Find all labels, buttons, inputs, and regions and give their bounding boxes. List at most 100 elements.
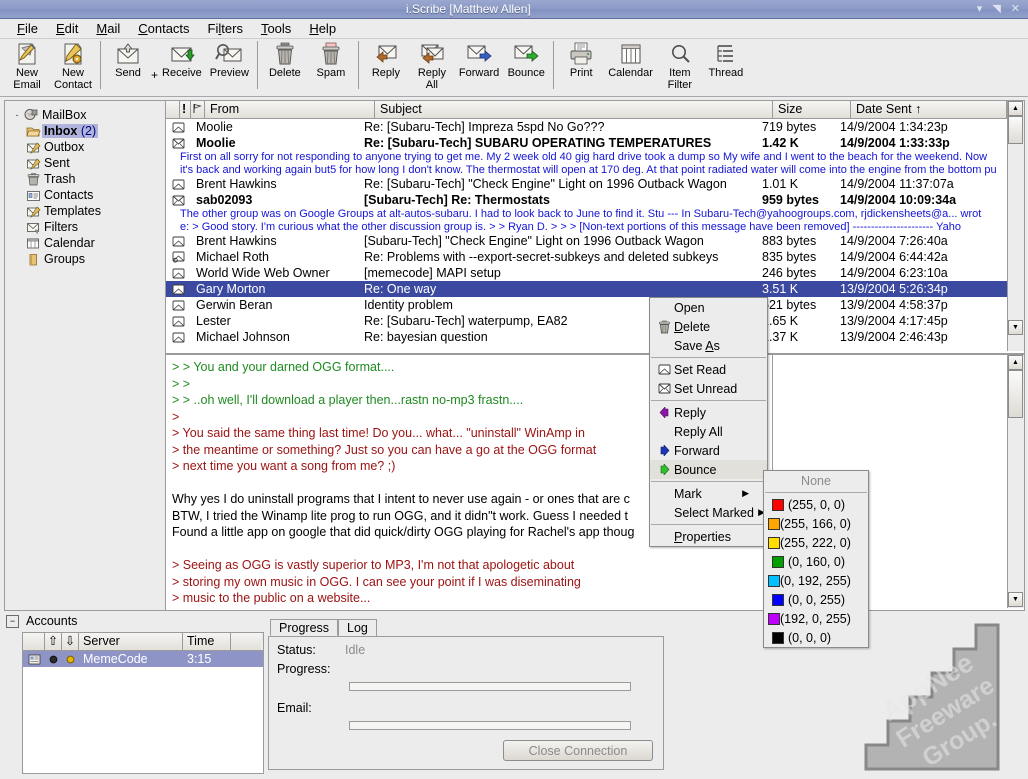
context-menu-item-set-read[interactable]: Set Read xyxy=(650,360,767,379)
table-row[interactable]: Michael Roth Re: Problems with --export-… xyxy=(166,249,1024,265)
menu-help[interactable]: Help xyxy=(300,20,345,37)
context-menu-item-set-unread[interactable]: Set Unread xyxy=(650,379,767,398)
context-menu-item-properties[interactable]: Properties xyxy=(650,527,767,546)
color-submenu-item[interactable]: (192, 0, 255) xyxy=(764,609,868,628)
column-header-blank[interactable] xyxy=(166,101,180,118)
toolbar-delete[interactable]: Delete xyxy=(262,39,308,95)
color-submenu-item[interactable]: (0, 160, 0) xyxy=(764,552,868,571)
expander-icon[interactable]: - xyxy=(11,110,23,120)
close-connection-button[interactable]: Close Connection xyxy=(503,740,653,761)
minimize-icon[interactable]: ▾ xyxy=(977,3,983,15)
scroll-up-arrow-icon[interactable]: ▲ xyxy=(1008,355,1023,370)
context-menu-item-reply-all[interactable]: Reply All xyxy=(650,422,767,441)
message-list-scrollbar[interactable]: ▲ ▼ xyxy=(1007,101,1024,351)
table-row[interactable]: Moolie Re: [Subaru-Tech] Impreza 5spd No… xyxy=(166,119,1024,135)
color-swatch-black-icon xyxy=(768,631,788,644)
sidebar-item-filters[interactable]: Filters xyxy=(9,219,165,235)
sidebar-item-inbox[interactable]: Inbox (2) xyxy=(9,123,165,139)
table-row[interactable]: Gerwin Beran Identity problem 521 bytes … xyxy=(166,297,1024,313)
attachment-pane-scrollbar[interactable]: ▲ ▼ xyxy=(1007,355,1024,608)
column-header-size[interactable]: Size xyxy=(773,101,851,118)
toolbar-thread[interactable]: Thread xyxy=(703,39,749,95)
toolbar-calendar[interactable]: Calendar xyxy=(604,39,657,95)
table-row[interactable]: sab02093 [Subaru-Tech] Re: Thermostats 9… xyxy=(166,192,1024,208)
menu-edit[interactable]: Edit xyxy=(47,20,87,37)
table-row[interactable]: Moolie Re: [Subaru-Tech] SUBARU OPERATIN… xyxy=(166,135,1024,151)
column-header-flag[interactable] xyxy=(191,101,205,118)
table-row[interactable]: Brent Hawkins [Subaru-Tech] "Check Engin… xyxy=(166,233,1024,249)
scrollbar-track[interactable] xyxy=(1008,144,1024,320)
toolbar-spam[interactable]: Spam xyxy=(308,39,354,95)
menu-file[interactable]: File xyxy=(8,20,47,37)
scroll-up-arrow-icon[interactable]: ▲ xyxy=(1008,101,1023,116)
toolbar-preview[interactable]: Preview xyxy=(206,39,253,95)
scrollbar-thumb[interactable] xyxy=(1008,370,1023,418)
column-header-from[interactable]: From xyxy=(205,101,375,118)
toolbar-reply-all[interactable]: Reply All xyxy=(409,39,455,95)
menu-contacts[interactable]: Contacts xyxy=(129,20,198,37)
toolbar-receive[interactable]: Receive xyxy=(158,39,206,95)
calendar-icon xyxy=(25,237,42,250)
column-header-date-sent[interactable]: Date Sent ↑ xyxy=(851,101,1007,118)
sidebar-item-templates[interactable]: Templates xyxy=(9,203,165,219)
menu-filters[interactable]: Filters xyxy=(199,20,252,37)
scrollbar-track[interactable] xyxy=(1008,418,1024,592)
sidebar-item-sent[interactable]: Sent xyxy=(9,155,165,171)
toolbar-item-filter[interactable]: Item Filter xyxy=(657,39,703,95)
appnee-watermark: AppNee Freeware Group. xyxy=(858,605,1026,777)
table-row[interactable]: Brent Hawkins Re: [Subaru-Tech] "Check E… xyxy=(166,176,1024,192)
context-menu-item-bounce[interactable]: Bounce xyxy=(650,460,767,479)
column-header-time[interactable]: Time xyxy=(183,633,231,650)
toolbar-print[interactable]: Print xyxy=(558,39,604,95)
close-icon[interactable]: ✕ xyxy=(1011,3,1020,15)
context-menu-item-select-marked[interactable]: Select Marked ▶ xyxy=(650,503,767,522)
cell-size: 521 bytes xyxy=(762,298,817,312)
context-menu-item-reply[interactable]: Reply xyxy=(650,403,767,422)
menu-tools[interactable]: Tools xyxy=(252,20,300,37)
sidebar-item-trash[interactable]: Trash xyxy=(9,171,165,187)
context-menu-item-open[interactable]: Open xyxy=(650,298,767,317)
tab-progress[interactable]: Progress xyxy=(270,619,339,636)
column-header-down[interactable]: ⇩ xyxy=(62,633,79,650)
color-submenu-item[interactable]: (0, 192, 255) xyxy=(764,571,868,590)
toolbar-reply[interactable]: Reply xyxy=(363,39,409,95)
toolbar-new-email[interactable]: New Email xyxy=(4,39,50,95)
color-submenu-item[interactable]: (0, 0, 0) xyxy=(764,628,868,647)
sidebar-item-groups[interactable]: Groups xyxy=(9,251,165,267)
scrollbar-thumb[interactable] xyxy=(1008,116,1023,144)
tab-log[interactable]: Log xyxy=(338,619,377,636)
column-header-icon[interactable] xyxy=(23,633,45,650)
column-header-priority[interactable]: ! xyxy=(180,101,191,118)
cell-date: 14/9/2004 1:33:33p xyxy=(840,136,950,150)
maximize-icon[interactable]: ◥ xyxy=(992,3,1000,15)
table-row[interactable]: Lester Re: [Subaru-Tech] waterpump, EA82… xyxy=(166,313,1024,329)
color-submenu-none[interactable]: None xyxy=(764,471,868,490)
color-submenu-item[interactable]: (0, 0, 255) xyxy=(764,590,868,609)
print-icon xyxy=(568,41,594,67)
column-header-up[interactable]: ⇧ xyxy=(45,633,62,650)
color-submenu-item[interactable]: (255, 222, 0) xyxy=(764,533,868,552)
sidebar-item-contacts[interactable]: Contacts xyxy=(9,187,165,203)
table-row-selected[interactable]: Gary Morton Re: One way 3.51 K 13/9/2004… xyxy=(166,281,1024,297)
scroll-down-arrow-icon[interactable]: ▼ xyxy=(1008,320,1023,335)
sidebar-item-calendar[interactable]: Calendar xyxy=(9,235,165,251)
menu-mail[interactable]: Mail xyxy=(87,20,129,37)
toolbar-forward[interactable]: Forward xyxy=(455,39,503,95)
color-submenu-item[interactable]: (255, 166, 0) xyxy=(764,514,868,533)
table-row[interactable]: World Wide Web Owner [memecode] MAPI set… xyxy=(166,265,1024,281)
list-item[interactable]: MemeCode 3:15 xyxy=(23,651,263,667)
collapse-toggle-icon[interactable]: − xyxy=(6,614,19,628)
table-row[interactable]: Michael Johnson Re: bayesian question 1.… xyxy=(166,329,1024,345)
context-menu-item-delete[interactable]: Delete xyxy=(650,317,767,336)
context-menu-item-mark[interactable]: Mark ▶ xyxy=(650,484,767,503)
toolbar-new-contact[interactable]: New Contact xyxy=(50,39,96,95)
context-menu-item-forward[interactable]: Forward xyxy=(650,441,767,460)
context-menu-item-save-as[interactable]: Save As xyxy=(650,336,767,355)
toolbar-bounce[interactable]: Bounce xyxy=(503,39,549,95)
sidebar-item-outbox[interactable]: Outbox xyxy=(9,139,165,155)
column-header-server[interactable]: Server xyxy=(79,633,183,650)
column-header-subject[interactable]: Subject xyxy=(375,101,773,118)
toolbar-send[interactable]: Send xyxy=(105,39,151,95)
color-submenu-item[interactable]: (255, 0, 0) xyxy=(764,495,868,514)
tree-root-mailbox[interactable]: - MailBox xyxy=(9,107,165,123)
